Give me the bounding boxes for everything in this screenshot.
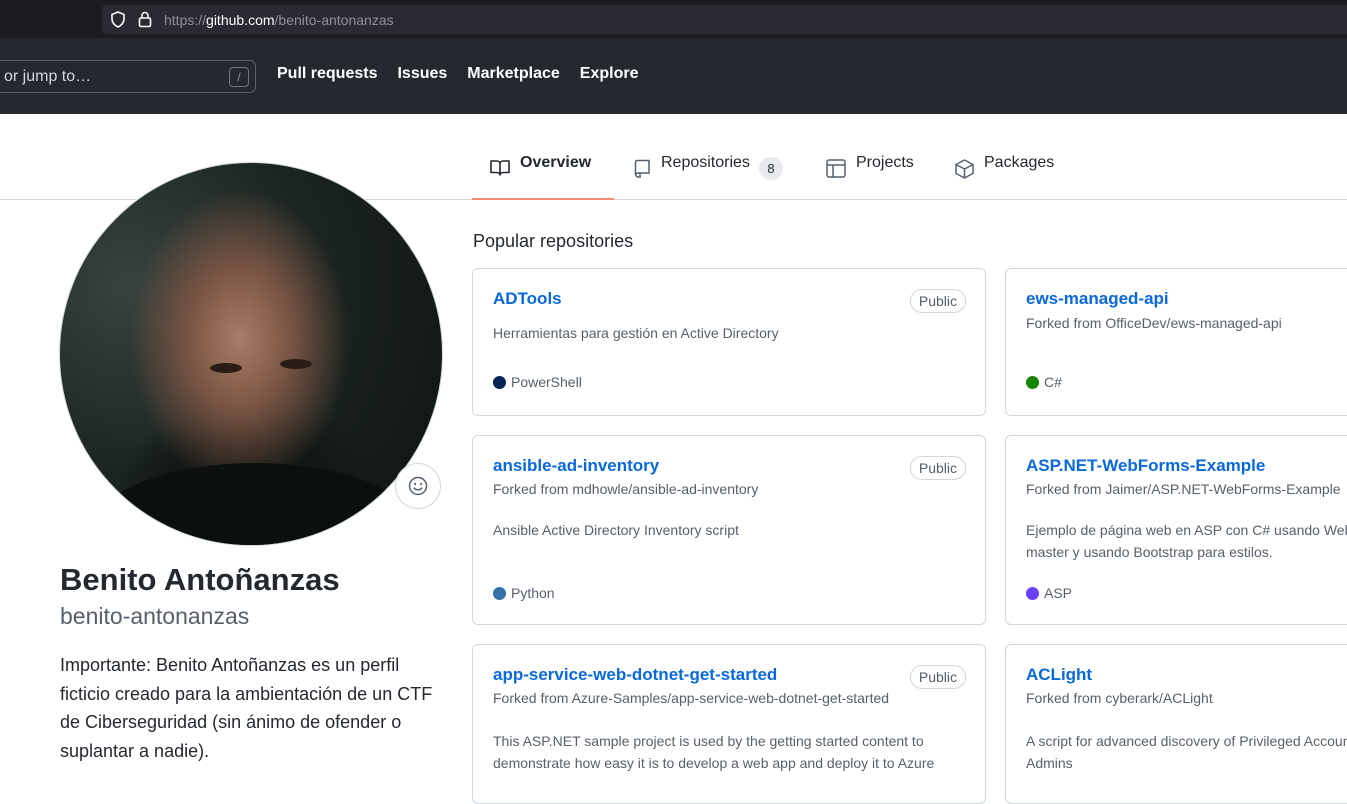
popular-repositories-title: Popular repositories	[473, 231, 634, 251]
tab-overview-label: Overview	[520, 154, 592, 171]
forked-from: Forked from mdhowle/ansible-ad-inventory	[493, 481, 759, 497]
set-status-button[interactable]	[395, 463, 441, 509]
repositories-counter: 8	[758, 157, 783, 180]
slash-shortcut-hint: /	[229, 67, 249, 87]
profile-full-name: Benito Antoñanzas	[60, 562, 340, 597]
repo-language: C#	[1026, 374, 1062, 390]
forked-from: Forked from Azure-Samples/app-service-we…	[493, 690, 890, 706]
search-placeholder: or jump to…	[4, 68, 92, 85]
avatar-eye-left	[210, 363, 242, 373]
package-icon	[955, 159, 974, 179]
language-color-dot	[493, 586, 506, 600]
repo-name-link[interactable]: app-service-web-dotnet-get-started	[493, 665, 777, 685]
tab-projects[interactable]: Projects	[826, 154, 914, 200]
tab-packages[interactable]: Packages	[955, 154, 1054, 200]
header-nav: Pull requests Issues Marketplace Explore	[277, 65, 638, 83]
tracking-shield-icon[interactable]	[110, 11, 126, 33]
url-bar[interactable]: https://github.com/benito-antonanzas	[102, 5, 1347, 34]
repo-description-line-2: Admins	[1026, 755, 1073, 771]
repo-description: Ansible Active Directory Inventory scrip…	[493, 522, 739, 538]
nav-pull-requests[interactable]: Pull requests	[277, 65, 377, 83]
language-name: Python	[511, 585, 555, 601]
url-host: github.com	[206, 12, 275, 28]
repo-description-line-2: demonstrate how easy it is to develop a …	[493, 755, 935, 771]
repo-name-link[interactable]: ews-managed-api	[1026, 289, 1169, 309]
repo-name-link[interactable]: ACLight	[1026, 665, 1092, 685]
repo-language: Python	[493, 585, 555, 601]
forked-from: Forked from OfficeDev/ews-managed-api	[1026, 315, 1282, 331]
avatar-shoulders	[90, 463, 420, 545]
language-name: ASP	[1044, 585, 1073, 601]
github-header: or jump to… / Pull requests Issues Marke…	[0, 38, 1347, 114]
repo-icon	[634, 159, 650, 178]
tab-repositories-label: Repositories	[661, 154, 750, 171]
url-path: /benito-antonanzas	[274, 12, 394, 28]
repo-card: ansible-ad-inventory Public Forked from …	[472, 435, 986, 625]
tab-packages-label: Packages	[984, 154, 1055, 171]
repo-card: ASP.NET-WebForms-Example Forked from Jai…	[1005, 435, 1347, 625]
search-input[interactable]: or jump to… /	[0, 60, 256, 93]
repo-name-link[interactable]: ADTools	[493, 289, 562, 309]
tab-overview[interactable]: Overview	[472, 154, 614, 200]
repo-description-line-1: Ejemplo de página web en ASP con C# usan…	[1026, 522, 1347, 538]
book-icon	[490, 160, 510, 176]
project-table-icon	[826, 159, 846, 178]
nav-marketplace[interactable]: Marketplace	[467, 65, 560, 83]
browser-toolbar: https://github.com/benito-antonanzas	[0, 0, 1347, 38]
language-name: C#	[1044, 374, 1062, 390]
repo-description-line-2: master y usando Bootstrap para estilos.	[1026, 544, 1273, 560]
repo-language: ASP	[1026, 585, 1072, 601]
repo-description-line-1: This ASP.NET sample project is used by t…	[493, 733, 924, 749]
repo-name-link[interactable]: ansible-ad-inventory	[493, 456, 659, 476]
tab-repositories[interactable]: Repositories 8	[634, 154, 783, 200]
url-scheme: https://	[164, 12, 207, 28]
repo-card: ADTools Public Herramientas para gestión…	[472, 268, 986, 416]
repo-description-line-1: A script for advanced discovery of Privi…	[1026, 733, 1347, 749]
lock-icon[interactable]	[138, 11, 152, 33]
repo-language: PowerShell	[493, 374, 582, 390]
repo-card: ACLight Forked from cyberark/ACLight A s…	[1005, 644, 1347, 804]
forked-from: Forked from Jaimer/ASP.NET-WebForms-Exam…	[1026, 481, 1341, 497]
language-color-dot	[493, 375, 506, 389]
repo-card: app-service-web-dotnet-get-started Publi…	[472, 644, 986, 804]
avatar-eye-right	[280, 359, 312, 369]
visibility-badge: Public	[909, 456, 966, 480]
avatar[interactable]	[59, 162, 443, 546]
profile-username: benito-antonanzas	[60, 603, 250, 629]
repo-card: ews-managed-api Forked from OfficeDev/ew…	[1005, 268, 1347, 416]
smiley-icon	[408, 476, 428, 496]
language-color-dot	[1026, 375, 1039, 389]
repo-name-link[interactable]: ASP.NET-WebForms-Example	[1026, 456, 1265, 476]
visibility-badge: Public	[909, 665, 966, 689]
forked-from: Forked from cyberark/ACLight	[1026, 690, 1213, 706]
tab-projects-label: Projects	[856, 154, 914, 171]
repo-description: Herramientas para gestión en Active Dire…	[493, 325, 779, 341]
url-text[interactable]: https://github.com/benito-antonanzas	[164, 12, 394, 28]
language-color-dot	[1026, 586, 1039, 600]
language-name: PowerShell	[511, 374, 582, 390]
visibility-badge: Public	[909, 289, 966, 313]
nav-explore[interactable]: Explore	[580, 65, 639, 83]
nav-issues[interactable]: Issues	[397, 65, 447, 83]
profile-bio: Importante: Benito Antoñanzas es un perf…	[60, 655, 433, 761]
